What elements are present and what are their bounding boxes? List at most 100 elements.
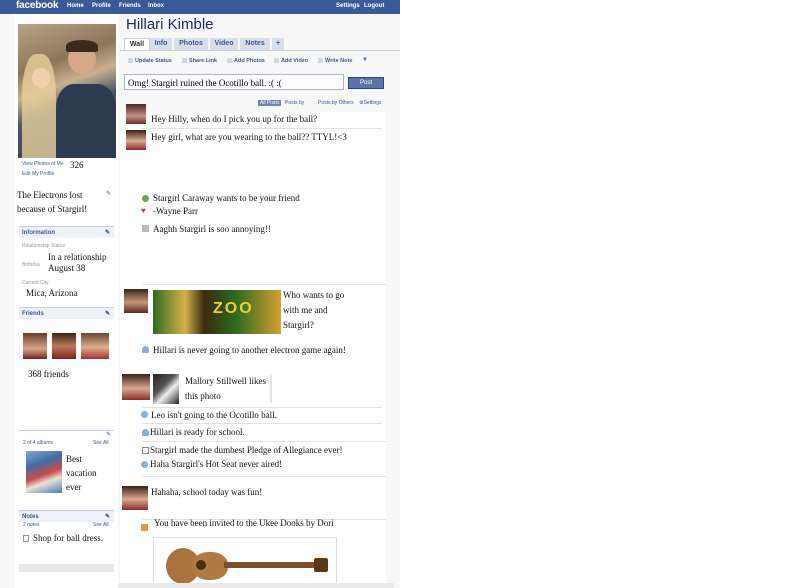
- status-input[interactable]: Omg! Stargirl ruined the Ocotillo ball. …: [124, 74, 344, 90]
- nav-logout[interactable]: Logout: [364, 3, 384, 9]
- zoo-banner-image[interactable]: ZOO: [153, 290, 281, 334]
- divider: [142, 423, 382, 424]
- birthday-label: Birthday: [22, 262, 41, 268]
- note-title[interactable]: Shop for ball dress.: [33, 533, 103, 543]
- note-icon: [318, 58, 323, 64]
- status-update: Haha Stargirl's Hot Seat never aired!: [150, 459, 283, 469]
- liked-photo[interactable]: [153, 374, 179, 404]
- facebook-logo[interactable]: facebook: [16, 0, 59, 11]
- add-tab-button[interactable]: +: [272, 38, 284, 50]
- nav-inbox[interactable]: Inbox: [148, 3, 164, 9]
- notes-header: Notes ✎: [19, 510, 114, 522]
- album-title[interactable]: Best vacation ever: [66, 452, 106, 494]
- wall-post: Hey Hilly, when do I pick you up for the…: [151, 114, 318, 124]
- link-icon: [182, 58, 187, 64]
- poster-avatar[interactable]: [122, 486, 148, 510]
- write-note-button[interactable]: Write Note: [318, 58, 352, 64]
- divider: [142, 407, 382, 408]
- information-header: Information ✎: [19, 226, 114, 238]
- nav-settings[interactable]: Settings: [336, 3, 360, 9]
- tab-photos[interactable]: Photos: [174, 38, 208, 50]
- wall-post: Hey girl, what are you wearing to the ba…: [151, 132, 347, 142]
- city-value: Mica, Arizona: [26, 288, 78, 298]
- divider: [142, 284, 386, 285]
- ukulele-image[interactable]: [153, 537, 337, 588]
- divider: [142, 476, 386, 477]
- edit-pencil-icon[interactable]: ✎: [105, 227, 110, 239]
- divider: [142, 441, 386, 442]
- filter-settings[interactable]: ⚙Settings: [359, 100, 382, 106]
- edit-pencil-icon[interactable]: ✎: [105, 308, 110, 320]
- tab-video[interactable]: Video: [210, 38, 238, 50]
- tab-divider: [120, 50, 400, 51]
- tab-info[interactable]: Info: [150, 38, 172, 50]
- albums-see-all-link[interactable]: See All: [93, 440, 109, 446]
- tab-notes[interactable]: Notes: [240, 38, 270, 50]
- friend-thumbnail[interactable]: [52, 333, 76, 359]
- status-icon: [142, 225, 149, 232]
- person-icon: [142, 346, 149, 353]
- notes-count: 2 notes: [23, 522, 40, 528]
- edit-pencil-icon[interactable]: ✎: [106, 190, 111, 197]
- status-icon: [142, 447, 149, 454]
- friends-header: Friends ✎: [19, 307, 114, 319]
- notes-see-all-link[interactable]: See All: [93, 522, 109, 528]
- poster-avatar[interactable]: [126, 104, 146, 124]
- filter-posts-by[interactable]: Posts by: [285, 100, 304, 106]
- post-button[interactable]: Post: [348, 77, 384, 89]
- friend-request-text[interactable]: Stargirl Caraway wants to be your friend: [153, 193, 300, 203]
- footer-strip: [19, 564, 114, 572]
- share-link-button[interactable]: Share Link: [182, 58, 217, 64]
- people-icon: [141, 411, 148, 418]
- city-label: Current City: [22, 280, 49, 286]
- divider: [270, 375, 272, 403]
- profile-name: Hillari Kimble: [126, 16, 214, 33]
- zoo-post-line: Stargirl?: [283, 320, 314, 330]
- update-status-button[interactable]: Update Status: [128, 58, 172, 64]
- filter-all-posts[interactable]: All Posts: [258, 100, 282, 106]
- album-count: 2 of 4 albums: [23, 440, 54, 446]
- like-notification-line: this photo: [185, 391, 221, 401]
- video-icon: [274, 58, 279, 64]
- edit-pencil-icon[interactable]: ✎: [106, 431, 111, 438]
- nav-profile[interactable]: Profile: [92, 3, 111, 9]
- friend-thumbnail[interactable]: [81, 333, 109, 359]
- status-update: Leo isn't going to the Ocotillo ball.: [151, 410, 277, 420]
- edit-profile-link[interactable]: Edit My Profile: [22, 171, 54, 177]
- status-update: Stargirl made the dumbest Pledge of Alle…: [150, 445, 343, 455]
- zoo-post-line: Who wants to go: [283, 290, 345, 300]
- album-cover[interactable]: [26, 451, 62, 493]
- wall-post-signature: -Wayne Parr: [153, 206, 199, 216]
- poster-avatar[interactable]: [124, 289, 148, 313]
- filter-posts-by-others[interactable]: Posts by Others: [318, 100, 354, 106]
- nav-friends[interactable]: Friends: [119, 3, 141, 9]
- like-notification-line: Mallory Stillwell likes: [185, 376, 266, 386]
- bio-text: The Electrons lost because of Stargirl!: [17, 190, 88, 214]
- status-icon: [128, 58, 133, 64]
- footer-strip: [118, 583, 394, 588]
- divider: [19, 430, 114, 431]
- nav-home[interactable]: Home: [67, 3, 84, 9]
- friend-thumbnail[interactable]: [23, 333, 47, 359]
- poster-avatar[interactable]: [122, 374, 150, 400]
- status-update: Aaghh Stargirl is soo annoying!!: [153, 224, 271, 234]
- top-navigation-bar: facebook Home Profile Friends Inbox Sett…: [0, 0, 400, 14]
- poster-avatar[interactable]: [126, 130, 146, 150]
- event-invite[interactable]: You have been invited to the Ukee Dooks …: [154, 518, 334, 528]
- add-video-button[interactable]: Add Video: [274, 58, 308, 64]
- photo-count: 326: [70, 160, 84, 170]
- wall-post: Hahaha, school today was fun!: [151, 487, 263, 497]
- blank-area: [400, 0, 800, 588]
- chevron-down-icon[interactable]: ▼: [362, 57, 368, 63]
- photo-icon: [227, 58, 232, 64]
- heart-icon: ♥: [141, 206, 146, 215]
- profile-picture[interactable]: [18, 24, 116, 158]
- zoo-post-line: with me and: [283, 305, 328, 315]
- note-icon: [23, 535, 29, 542]
- friends-count[interactable]: 368 friends: [28, 369, 69, 379]
- relationship-label: Relationship Status: [22, 243, 66, 249]
- status-update: Hillari is ready for school.: [150, 427, 245, 437]
- people-icon: [141, 461, 148, 468]
- add-photos-button[interactable]: Add Photos: [227, 58, 265, 64]
- view-photos-link[interactable]: View Photos of Me: [22, 161, 64, 167]
